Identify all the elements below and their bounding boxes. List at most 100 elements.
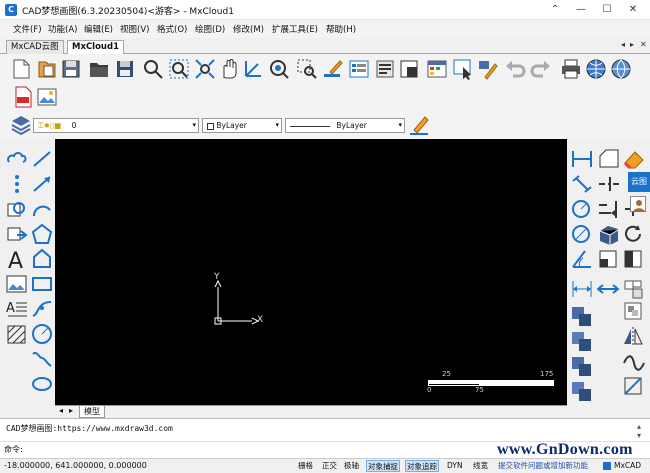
new-file-icon[interactable] [10,58,32,80]
zoom-extents-icon[interactable] [194,58,216,80]
tab-mxcloud1[interactable]: MxCloud1 [67,40,124,54]
toggle-dyn[interactable]: DYN [446,460,464,472]
select-window-icon[interactable] [296,58,318,80]
rotate-icon[interactable] [622,223,646,245]
undo-icon[interactable] [504,58,526,80]
quick-select-icon[interactable] [452,58,474,80]
open-file-icon[interactable] [36,58,58,80]
internet-globe-icon[interactable] [610,58,632,80]
linetype-dropdown[interactable]: ByLayer ▾ [285,118,405,133]
mirror-blocks-icon[interactable] [570,355,594,377]
dim-aligned-icon[interactable] [570,173,594,195]
ucs-icon[interactable] [242,58,264,80]
scroll-down-icon[interactable]: ▾ [637,431,641,440]
arc-icon[interactable] [30,198,54,220]
menu-extend-tools[interactable]: 扩展工具(E) [272,23,318,35]
group-icon[interactable] [622,300,646,322]
minimize-button[interactable]: — [568,0,594,20]
menu-modify[interactable]: 修改(M) [233,23,264,35]
layer-dropdown[interactable]: ⚿✹▯■ 0 ▾ [33,118,199,133]
tab-model[interactable]: 模型 [79,406,105,418]
region-icon[interactable] [30,248,54,270]
layer-stack-icon[interactable] [10,114,32,136]
mirror-icon[interactable] [622,325,646,347]
scroll-up-icon[interactable]: ▴ [637,422,641,431]
ray-icon[interactable] [30,173,54,195]
extend-icon[interactable] [597,198,621,220]
offset-blocks-icon[interactable] [570,380,594,402]
zoom-icon[interactable] [142,58,164,80]
zoom-realtime-icon[interactable] [268,58,290,80]
dim-baseline-icon[interactable] [570,278,594,300]
user-avatar-icon[interactable] [630,196,646,212]
print-icon[interactable] [560,58,582,80]
revcloud-icon[interactable] [5,148,29,170]
command-prompt[interactable]: 命令: [4,444,23,455]
rectangle-icon[interactable] [30,273,54,295]
wave-spline-icon[interactable] [622,350,646,372]
toggle-ortho[interactable]: 正交 [321,460,338,472]
array-icon[interactable] [570,330,594,352]
side-tab-cloud[interactable]: 云图 [628,172,650,192]
copy-icon[interactable] [570,305,594,327]
ellipse-icon[interactable] [30,373,54,395]
scale-icon[interactable] [597,248,621,270]
box-3d-icon[interactable] [597,223,621,245]
dim-linear-icon[interactable] [570,148,594,170]
image-icon[interactable] [5,273,29,295]
pdf-export-icon[interactable] [12,86,34,108]
toggle-osnap[interactable]: 对象捕捉 [366,460,400,472]
dim-diameter-icon[interactable] [570,223,594,245]
line-icon[interactable] [30,148,54,170]
menu-file[interactable]: 文件(F) [13,23,42,35]
tab-scroll-right-icon[interactable]: ▸ [630,40,634,49]
menu-view[interactable]: 视图(V) [120,23,149,35]
close-button[interactable]: ✕ [620,0,646,20]
save-icon[interactable] [60,58,82,80]
spline-icon[interactable] [30,298,54,320]
color-dropdown[interactable]: ByLayer ▾ [202,118,282,133]
toggle-otrack[interactable]: 对象追踪 [405,460,439,472]
chamfer-icon[interactable] [622,375,646,397]
text-icon[interactable]: A [5,248,29,274]
open-folder-icon[interactable] [88,58,110,80]
move-icon[interactable] [596,278,621,300]
text-style-icon[interactable] [374,58,396,80]
pan-hand-icon[interactable] [218,58,240,80]
toggle-polar[interactable]: 极轴 [343,460,360,472]
image-export-icon[interactable] [36,86,58,108]
polyline-icon[interactable] [30,348,54,370]
feedback-link[interactable]: 提交软件问题或增加新功能 [497,460,589,472]
layout-scroll-right-icon[interactable]: ▸ [69,406,73,415]
zoom-window-icon[interactable] [168,58,190,80]
erase-region-icon[interactable] [597,148,621,170]
hatch-icon[interactable] [5,323,29,345]
maximize-button[interactable]: ☐ [594,0,620,20]
polygon-icon[interactable] [30,223,54,245]
layout-scroll-left-icon[interactable]: ◂ [59,406,63,415]
make-block-icon[interactable] [5,223,29,245]
redo-icon[interactable] [530,58,552,80]
dim-angular-icon[interactable] [570,248,594,270]
menu-function[interactable]: 功能(A) [48,23,77,35]
menu-format[interactable]: 格式(O) [157,23,187,35]
format-painter-icon[interactable] [477,58,499,80]
tab-mxcad-cloud[interactable]: MxCAD云图 [6,40,64,54]
stretch-icon[interactable] [622,248,646,270]
tab-close-icon[interactable]: ✕ [640,40,647,49]
match-properties-icon[interactable] [322,58,344,80]
menu-draw[interactable]: 绘图(D) [195,23,225,35]
menu-edit[interactable]: 编辑(E) [84,23,113,35]
layer-manager-icon[interactable] [426,58,448,80]
eraser-icon[interactable] [622,148,646,170]
restore-icon[interactable]: ⌃ [542,0,568,20]
dim-radius-icon[interactable] [570,198,594,220]
web-globe-icon[interactable] [585,58,607,80]
insert-block-icon[interactable] [5,198,29,220]
block-icon[interactable] [398,58,420,80]
point-icon[interactable] [5,173,29,195]
break-icon[interactable] [597,173,621,195]
properties-icon[interactable] [348,58,370,80]
drawing-canvas[interactable]: Y X 25 175 0 75 [55,139,567,405]
explode-icon[interactable] [622,278,646,300]
